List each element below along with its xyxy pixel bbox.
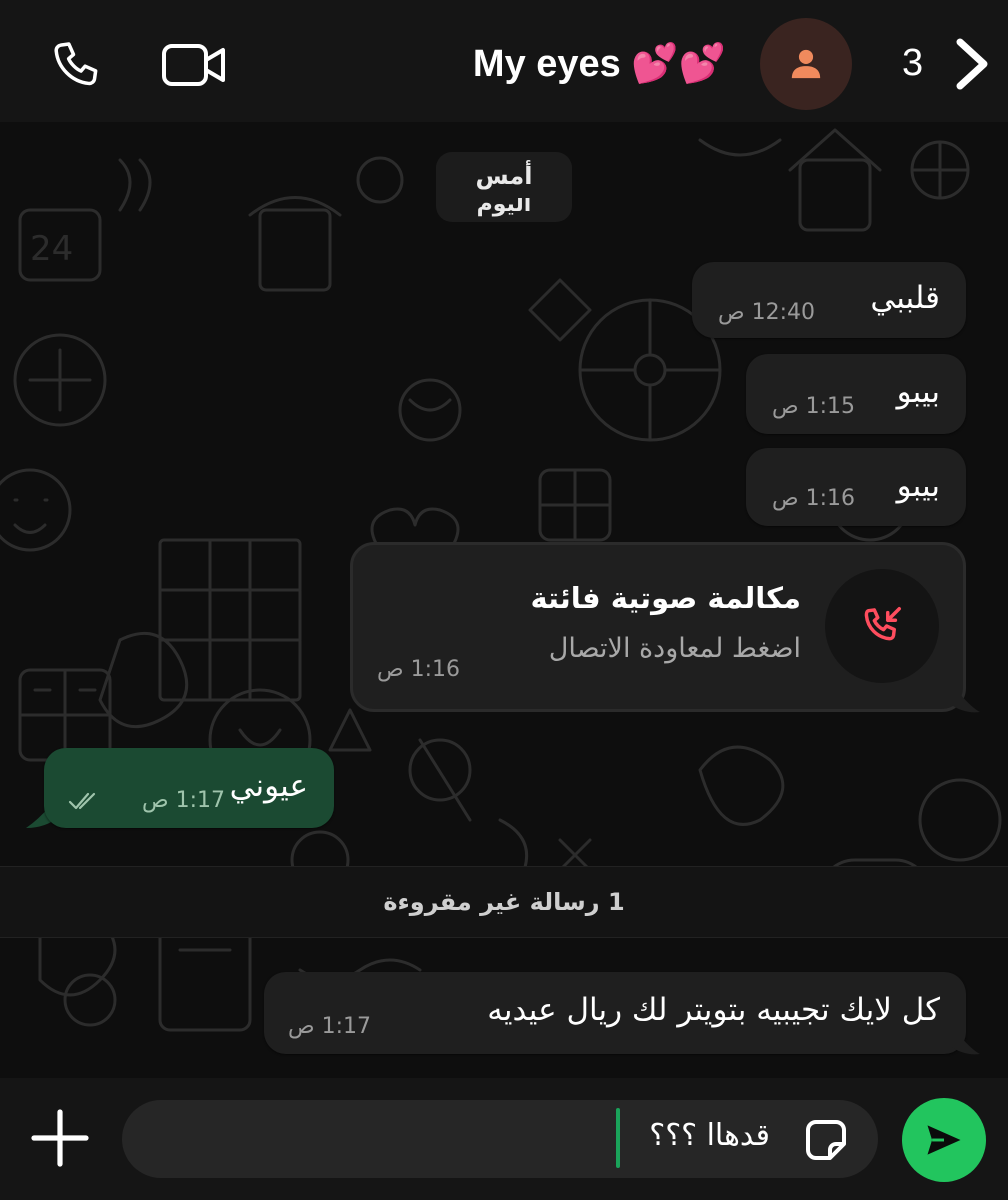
read-receipt-icon bbox=[68, 792, 96, 810]
plus-icon[interactable] bbox=[28, 1106, 92, 1170]
chat-screen: 24 My eyes 💕💕 3 اليوم أمس قلببي 12:40 ص … bbox=[0, 0, 1008, 1200]
date-label: أمس bbox=[436, 162, 572, 198]
bubble-tail bbox=[950, 1036, 980, 1055]
message-time: 1:16 ص bbox=[772, 486, 855, 511]
message-bubble-outgoing[interactable]: عيوني 1:17 ص bbox=[44, 748, 334, 828]
missed-call-subtitle: اضغط لمعاودة الاتصال bbox=[548, 633, 801, 664]
callback-button[interactable] bbox=[825, 569, 939, 683]
missed-call-icon bbox=[864, 607, 901, 641]
message-text: كل لايك تجيبيه بتويتر لك ريال عيديه bbox=[487, 992, 940, 1028]
contact-name[interactable]: My eyes 💕💕 bbox=[473, 36, 726, 92]
unread-count: 3 bbox=[902, 42, 924, 84]
message-bubble-incoming[interactable]: قلببي 12:40 ص bbox=[692, 262, 966, 338]
video-call-button[interactable] bbox=[156, 36, 232, 94]
chevron-right-icon[interactable] bbox=[952, 36, 992, 92]
message-time: 1:17 ص bbox=[142, 788, 225, 813]
message-input[interactable]: قدهاا ؟؟؟ bbox=[122, 1100, 878, 1178]
message-input-value: قدهاا ؟؟؟ bbox=[649, 1118, 770, 1153]
message-bubble-incoming[interactable]: بيبو 1:16 ص bbox=[746, 448, 966, 526]
send-button[interactable] bbox=[902, 1098, 986, 1182]
date-separator: اليوم أمس bbox=[436, 152, 572, 222]
video-camera-icon bbox=[162, 44, 225, 86]
avatar[interactable] bbox=[760, 18, 852, 110]
message-bubble-incoming[interactable]: كل لايك تجيبيه بتويتر لك ريال عيديه 1:17… bbox=[264, 972, 966, 1054]
unread-messages-label: 1 رسالة غير مقروءة bbox=[383, 888, 625, 916]
message-text: قلببي bbox=[870, 280, 940, 316]
message-time: 1:17 ص bbox=[288, 1014, 371, 1039]
message-time: 1:15 ص bbox=[772, 394, 855, 419]
person-icon bbox=[791, 49, 821, 79]
message-text: عيوني bbox=[229, 768, 308, 804]
message-time: 1:16 ص bbox=[377, 657, 460, 682]
voice-call-button[interactable] bbox=[44, 34, 110, 96]
missed-call-card[interactable]: مكالمة صوتية فائتة اضغط لمعاودة الاتصال … bbox=[350, 542, 966, 712]
text-cursor bbox=[616, 1108, 620, 1168]
missed-call-title: مكالمة صوتية فائتة bbox=[530, 581, 801, 615]
bubble-tail bbox=[950, 694, 980, 713]
chat-header: My eyes 💕💕 3 bbox=[0, 0, 1008, 122]
unread-messages-divider: 1 رسالة غير مقروءة bbox=[0, 866, 1008, 938]
svg-text:24: 24 bbox=[30, 229, 73, 269]
sticker-icon[interactable] bbox=[800, 1114, 852, 1166]
message-text: بيبو bbox=[896, 468, 940, 504]
message-bubble-incoming[interactable]: بيبو 1:15 ص bbox=[746, 354, 966, 434]
message-time: 12:40 ص bbox=[718, 300, 815, 325]
phone-icon bbox=[54, 42, 98, 86]
send-icon bbox=[927, 1125, 961, 1155]
message-text: بيبو bbox=[896, 374, 940, 410]
